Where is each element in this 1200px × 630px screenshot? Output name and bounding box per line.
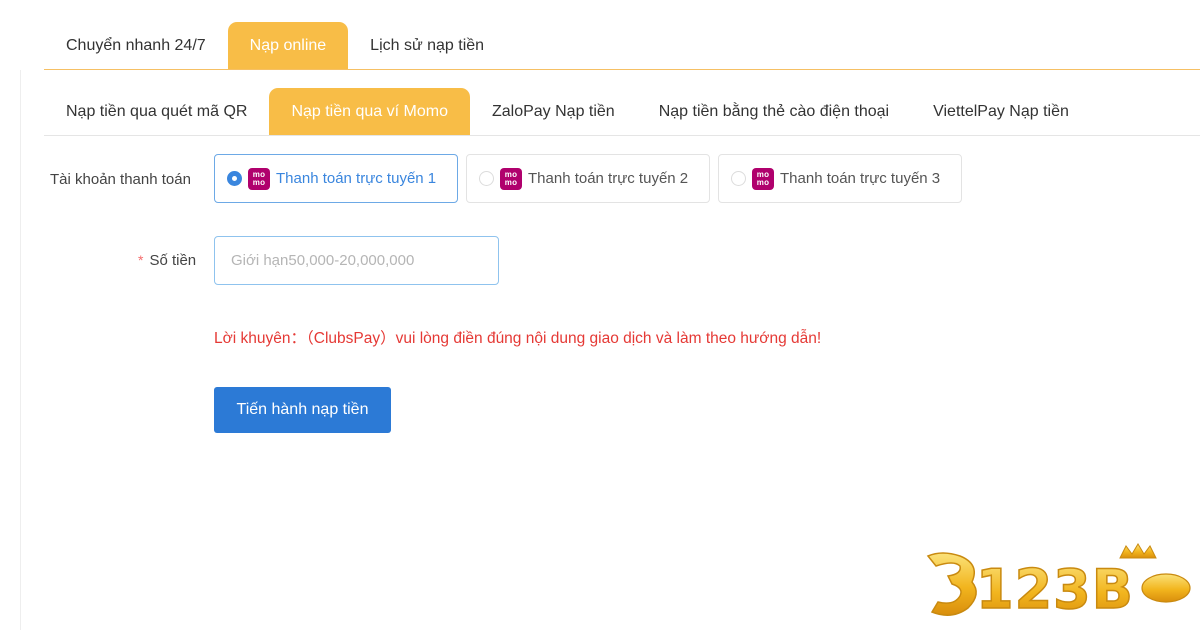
momo-icon: mo mo xyxy=(500,167,522,190)
tab-momo-deposit[interactable]: Nạp tiền qua ví Momo xyxy=(269,88,470,136)
payment-option-label: Thanh toán trực tuyến 3 xyxy=(780,170,941,187)
sub-tab-divider xyxy=(44,135,1200,136)
main-tab-divider xyxy=(44,69,1200,70)
momo-icon: mo mo xyxy=(752,167,774,190)
crown-icon xyxy=(1119,543,1157,559)
radio-button[interactable] xyxy=(227,171,242,186)
payment-option-label: Thanh toán trực tuyến 1 xyxy=(276,170,437,187)
tab-qr-deposit[interactable]: Nạp tiền qua quét mã QR xyxy=(44,88,269,136)
left-divider xyxy=(20,70,21,630)
payment-option-3[interactable]: mo mo Thanh toán trực tuyến 3 xyxy=(718,154,962,203)
tab-deposit-history[interactable]: Lịch sử nạp tiền xyxy=(348,22,506,70)
tab-phone-card-deposit[interactable]: Nạp tiền bằng thẻ cào điện thoại xyxy=(637,88,911,136)
dragon-icon xyxy=(1141,573,1191,603)
deposit-page: Chuyển nhanh 24/7 Nạp online Lịch sử nạp… xyxy=(0,0,1200,630)
advice-message: Lời khuyên：（ClubsPay）vui lòng điền đúng … xyxy=(214,330,822,347)
payment-option-1[interactable]: mo mo Thanh toán trực tuyến 1 xyxy=(214,154,458,203)
radio-button[interactable] xyxy=(731,171,746,186)
amount-input[interactable] xyxy=(214,236,499,285)
amount-label-text: Số tiền xyxy=(149,252,197,269)
payment-account-label: Tài khoản thanh toán xyxy=(50,171,191,188)
tab-zalopay-deposit[interactable]: ZaloPay Nạp tiền xyxy=(470,88,637,136)
payment-option-2[interactable]: mo mo Thanh toán trực tuyến 2 xyxy=(466,154,710,203)
amount-label: * Số tiền xyxy=(138,252,196,269)
brand-logo-text: 123B xyxy=(976,558,1134,621)
radio-button[interactable] xyxy=(479,171,494,186)
sub-tab-bar: Nạp tiền qua quét mã QR Nạp tiền qua ví … xyxy=(44,88,1091,136)
tab-fast-transfer[interactable]: Chuyển nhanh 24/7 xyxy=(44,22,228,70)
momo-icon: mo mo xyxy=(248,167,270,190)
brand-logo: 123B xyxy=(926,543,1191,622)
submit-deposit-button[interactable]: Tiến hành nạp tiền xyxy=(214,387,391,433)
b-emblem-icon xyxy=(926,552,977,616)
tab-viettelpay-deposit[interactable]: ViettelPay Nạp tiền xyxy=(911,88,1091,136)
required-mark: * xyxy=(138,252,144,268)
payment-option-label: Thanh toán trực tuyến 2 xyxy=(528,170,689,187)
main-tab-bar: Chuyển nhanh 24/7 Nạp online Lịch sử nạp… xyxy=(44,22,506,70)
tab-online-deposit[interactable]: Nạp online xyxy=(227,22,349,70)
